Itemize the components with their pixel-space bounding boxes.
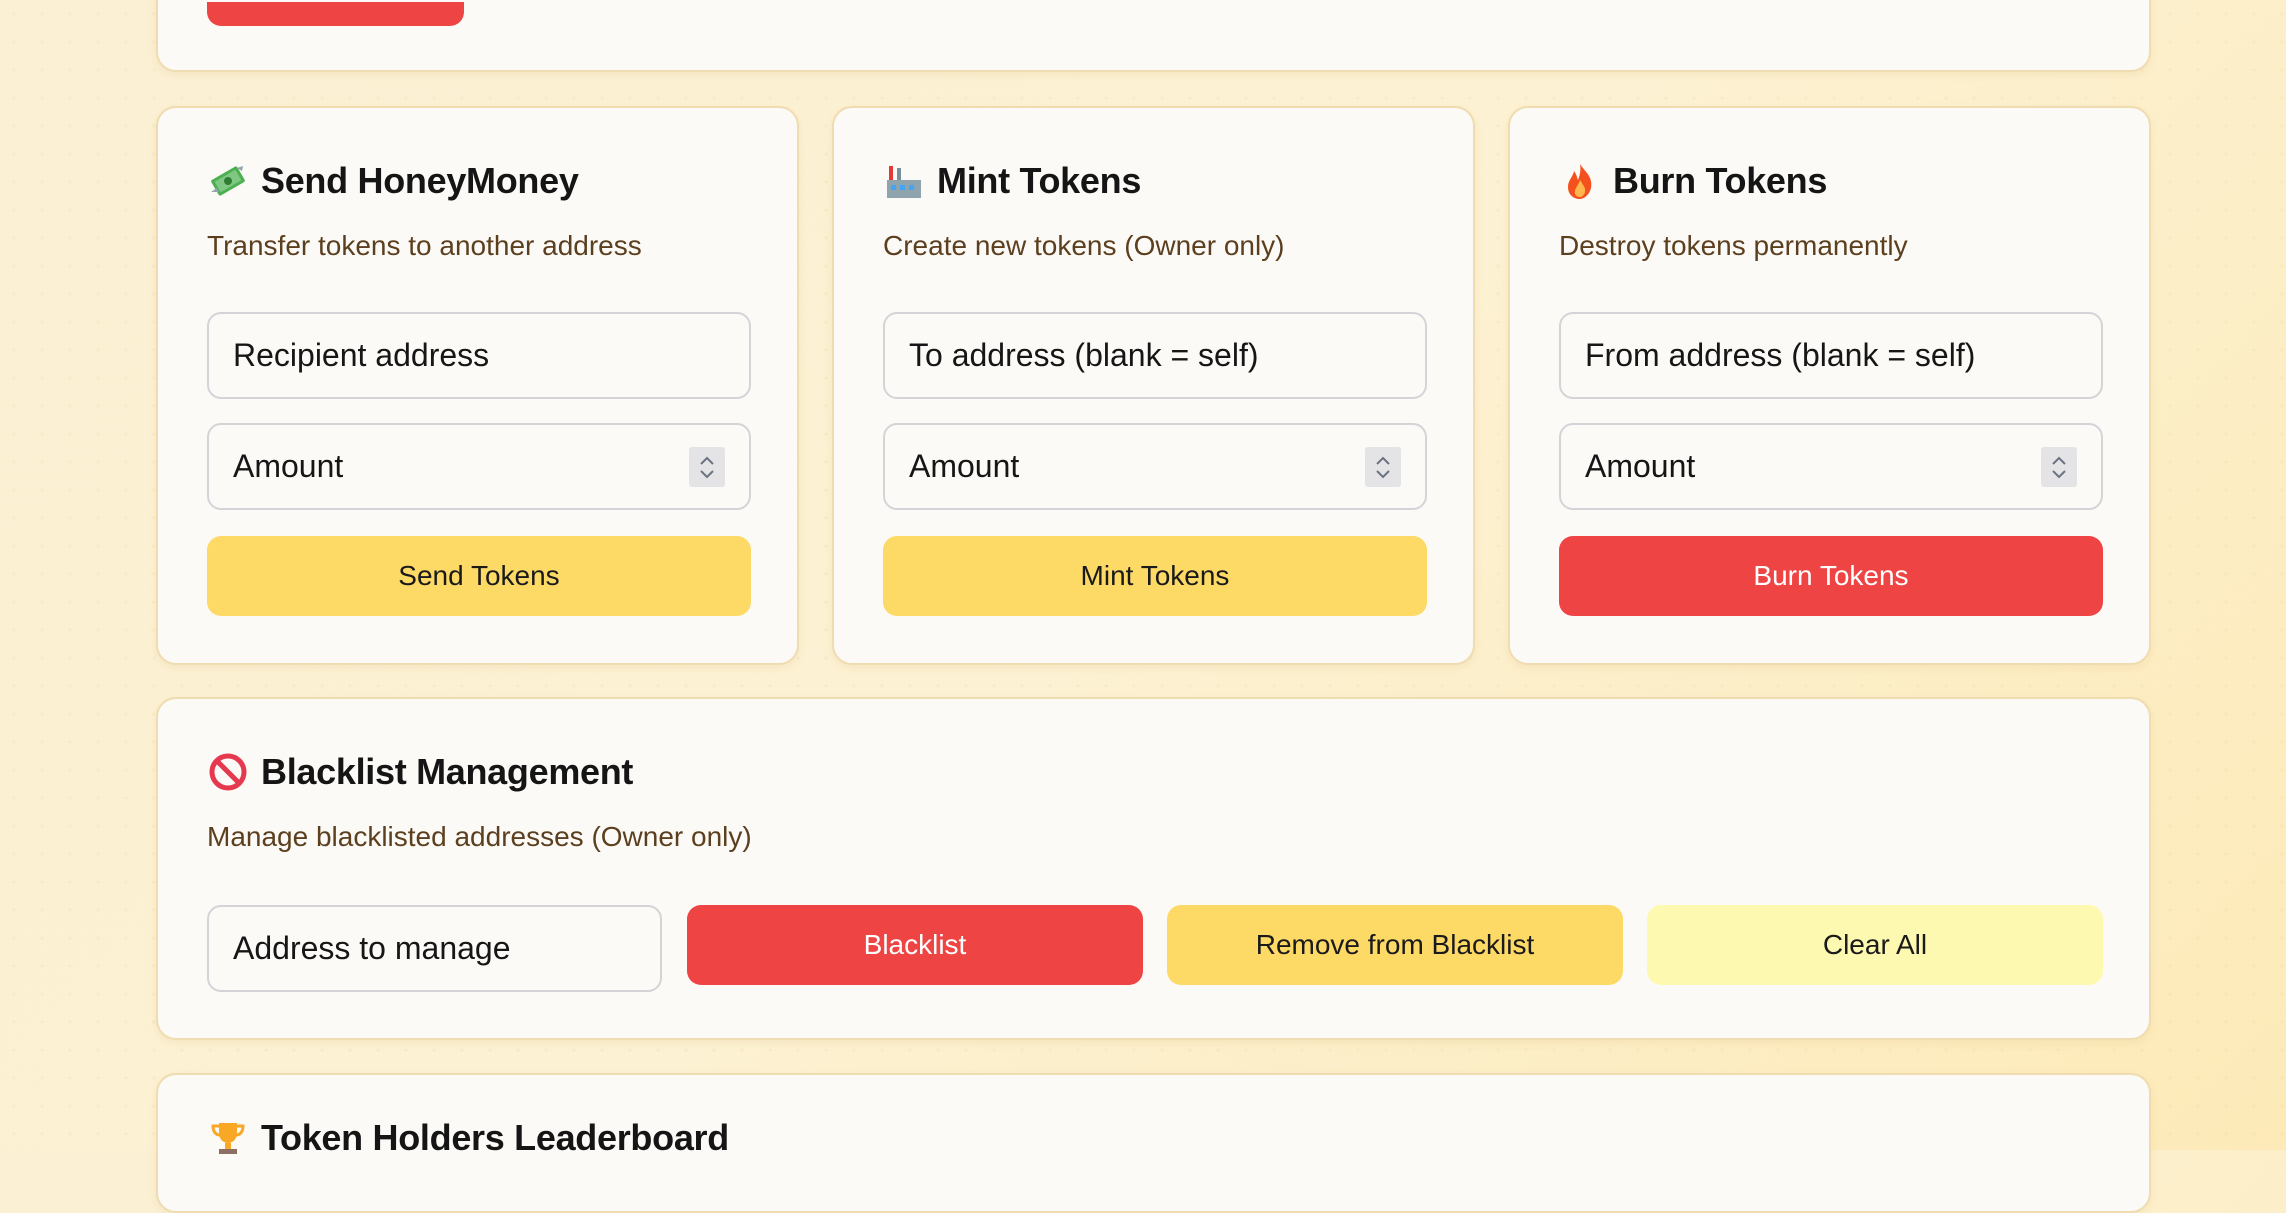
burn-amount-input[interactable]: Amount (1559, 423, 2103, 510)
previous-card (156, 0, 2151, 72)
remove-from-blacklist-button[interactable]: Remove from Blacklist (1167, 905, 1623, 985)
previous-card-red-button[interactable] (207, 2, 464, 26)
burn-from-address-placeholder: From address (blank = self) (1585, 337, 1976, 373)
burn-card: Burn Tokens Destroy tokens permanently F… (1508, 106, 2151, 665)
blacklist-card-title: Blacklist Management (207, 751, 633, 793)
clear-all-button[interactable]: Clear All (1647, 905, 2103, 985)
mint-card: Mint Tokens Create new tokens (Owner onl… (832, 106, 1475, 665)
send-amount-input[interactable]: Amount (207, 423, 751, 510)
mint-card-title: Mint Tokens (883, 160, 1141, 202)
address-to-manage-placeholder: Address to manage (233, 930, 511, 966)
blacklist-card: Blacklist Management Manage blacklisted … (156, 697, 2151, 1040)
spinner-arrows-icon[interactable] (1365, 447, 1401, 487)
burn-card-title: Burn Tokens (1559, 160, 1827, 202)
mint-amount-input[interactable]: Amount (883, 423, 1427, 510)
address-to-manage-input[interactable]: Address to manage (207, 905, 662, 992)
prohibited-icon (207, 751, 249, 793)
send-card-subtitle: Transfer tokens to another address (207, 230, 642, 261)
send-card-title-text: Send HoneyMoney (261, 160, 579, 201)
mint-card-title-text: Mint Tokens (937, 160, 1142, 201)
spinner-arrows-icon[interactable] (689, 447, 725, 487)
leaderboard-card-title: Token Holders Leaderboard (207, 1117, 729, 1159)
factory-icon (883, 160, 925, 202)
leaderboard-card: Token Holders Leaderboard (156, 1073, 2151, 1213)
recipient-address-placeholder: Recipient address (233, 337, 490, 373)
burn-from-address-input[interactable]: From address (blank = self) (1559, 312, 2103, 399)
blacklist-button[interactable]: Blacklist (687, 905, 1143, 985)
mint-to-address-input[interactable]: To address (blank = self) (883, 312, 1427, 399)
burn-card-title-text: Burn Tokens (1613, 160, 1828, 201)
burn-amount-placeholder: Amount (1585, 448, 1696, 484)
send-card-title: Send HoneyMoney (207, 160, 579, 202)
send-card: Send HoneyMoney Transfer tokens to anoth… (156, 106, 799, 665)
send-tokens-button[interactable]: Send Tokens (207, 536, 751, 616)
mint-card-subtitle: Create new tokens (Owner only) (883, 230, 1285, 261)
blacklist-card-subtitle: Manage blacklisted addresses (Owner only… (207, 821, 752, 852)
recipient-address-input[interactable]: Recipient address (207, 312, 751, 399)
leaderboard-card-title-text: Token Holders Leaderboard (261, 1117, 729, 1158)
burn-card-subtitle: Destroy tokens permanently (1559, 230, 1908, 261)
mint-to-address-placeholder: To address (blank = self) (909, 337, 1259, 373)
spinner-arrows-icon[interactable] (2041, 447, 2077, 487)
trophy-icon (207, 1117, 249, 1159)
burn-tokens-button[interactable]: Burn Tokens (1559, 536, 2103, 616)
mint-amount-placeholder: Amount (909, 448, 1020, 484)
blacklist-card-title-text: Blacklist Management (261, 751, 634, 792)
send-amount-placeholder: Amount (233, 448, 344, 484)
money-with-wings-icon (207, 160, 249, 202)
fire-icon (1559, 160, 1601, 202)
mint-tokens-button[interactable]: Mint Tokens (883, 536, 1427, 616)
